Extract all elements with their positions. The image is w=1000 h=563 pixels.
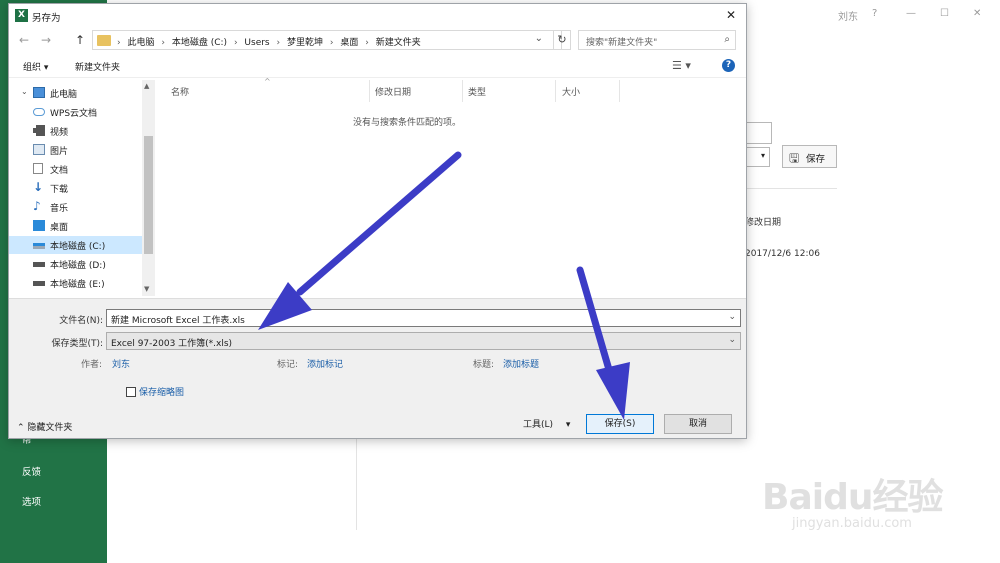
- arrow-to-save: [576, 266, 616, 384]
- watermark-logo: Baidu经验: [762, 477, 943, 518]
- watermark-url: jingyan.baidu.com: [792, 516, 912, 531]
- baidu-watermark: Baidu经验 jingyan.baidu.com: [762, 468, 943, 531]
- arrow-to-filename: [296, 151, 462, 296]
- arrow-head: [596, 362, 630, 420]
